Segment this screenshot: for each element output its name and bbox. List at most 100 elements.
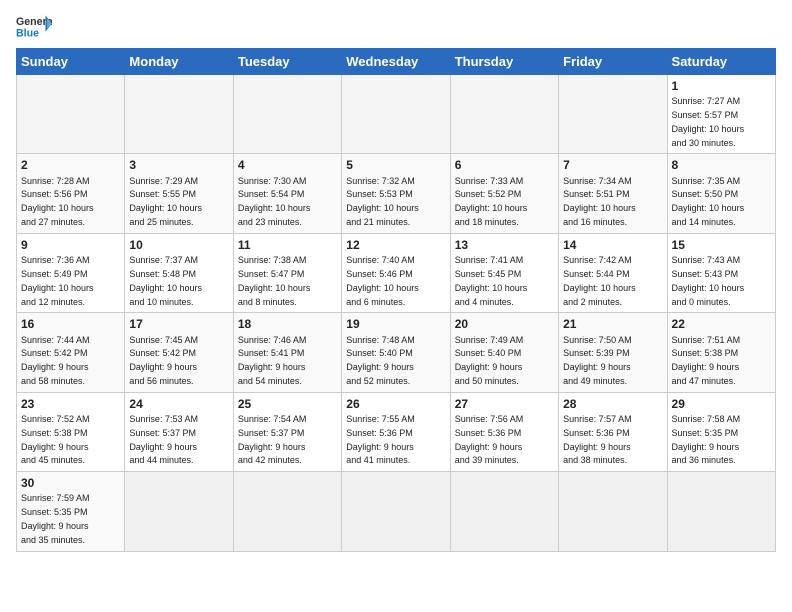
day-number: 28 [563,396,662,412]
day-number: 21 [563,316,662,332]
day-number: 23 [21,396,120,412]
day-info: Sunrise: 7:36 AM Sunset: 5:49 PM Dayligh… [21,255,94,306]
day-info: Sunrise: 7:46 AM Sunset: 5:41 PM Dayligh… [238,335,307,386]
day-number: 11 [238,237,337,253]
day-info: Sunrise: 7:58 AM Sunset: 5:35 PM Dayligh… [672,414,741,465]
calendar-week-1: 1 Sunrise: 7:27 AM Sunset: 5:57 PM Daylig… [17,75,776,154]
day-info: Sunrise: 7:28 AM Sunset: 5:56 PM Dayligh… [21,176,94,227]
calendar-cell: 7Sunrise: 7:34 AM Sunset: 5:51 PM Daylig… [559,154,667,233]
day-info: Sunrise: 7:45 AM Sunset: 5:42 PM Dayligh… [129,335,198,386]
day-info: Sunrise: 7:33 AM Sunset: 5:52 PM Dayligh… [455,176,528,227]
day-number: 24 [129,396,228,412]
calendar-cell: 6 Sunrise: 7:33 AM Sunset: 5:52 PM Daylig… [450,154,558,233]
weekday-tuesday: Tuesday [233,49,341,75]
calendar-cell [450,75,558,154]
day-info: Sunrise: 7:48 AM Sunset: 5:40 PM Dayligh… [346,335,415,386]
calendar-cell: 27 Sunrise: 7:56 AM Sunset: 5:36 PM Dayli… [450,392,558,471]
day-info: Sunrise: 7:40 AM Sunset: 5:46 PM Dayligh… [346,255,419,306]
weekday-header-row: SundayMondayTuesdayWednesdayThursdayFrid… [17,49,776,75]
weekday-sunday: Sunday [17,49,125,75]
calendar-cell [17,75,125,154]
calendar-cell: 29 Sunrise: 7:58 AM Sunset: 5:35 PM Dayli… [667,392,775,471]
day-number: 1 [672,78,771,94]
calendar-cell: 10 Sunrise: 7:37 AM Sunset: 5:48 PM Dayli… [125,233,233,312]
day-number: 4 [238,157,337,173]
day-info: Sunrise: 7:27 AM Sunset: 5:57 PM Dayligh… [672,96,745,147]
day-number: 8 [672,157,771,173]
calendar-cell: 8Sunrise: 7:35 AM Sunset: 5:50 PM Daylig… [667,154,775,233]
day-info: Sunrise: 7:51 AM Sunset: 5:38 PM Dayligh… [672,335,741,386]
calendar-cell: 5Sunrise: 7:32 AM Sunset: 5:53 PM Daylig… [342,154,450,233]
weekday-friday: Friday [559,49,667,75]
calendar-table: SundayMondayTuesdayWednesdayThursdayFrid… [16,48,776,552]
calendar-cell: 15 Sunrise: 7:43 AM Sunset: 5:43 PM Dayli… [667,233,775,312]
calendar-week-5: 23 Sunrise: 7:52 AM Sunset: 5:38 PM Dayli… [17,392,776,471]
day-number: 10 [129,237,228,253]
day-number: 7 [563,157,662,173]
calendar-cell: 26Sunrise: 7:55 AM Sunset: 5:36 PM Dayli… [342,392,450,471]
calendar-cell: 2 Sunrise: 7:28 AM Sunset: 5:56 PM Daylig… [17,154,125,233]
calendar-week-3: 9 Sunrise: 7:36 AM Sunset: 5:49 PM Daylig… [17,233,776,312]
calendar-cell: 21 Sunrise: 7:50 AM Sunset: 5:39 PM Dayli… [559,313,667,392]
calendar-cell [450,472,558,551]
calendar-cell: 16Sunrise: 7:44 AM Sunset: 5:42 PM Dayli… [17,313,125,392]
calendar-cell [125,75,233,154]
calendar-week-2: 2 Sunrise: 7:28 AM Sunset: 5:56 PM Daylig… [17,154,776,233]
day-number: 25 [238,396,337,412]
day-info: Sunrise: 7:43 AM Sunset: 5:43 PM Dayligh… [672,255,745,306]
day-number: 2 [21,157,120,173]
calendar-cell [342,75,450,154]
day-info: Sunrise: 7:41 AM Sunset: 5:45 PM Dayligh… [455,255,528,306]
calendar-cell: 25Sunrise: 7:54 AM Sunset: 5:37 PM Dayli… [233,392,341,471]
day-number: 18 [238,316,337,332]
calendar-cell: 3Sunrise: 7:29 AM Sunset: 5:55 PM Daylig… [125,154,233,233]
day-number: 6 [455,157,554,173]
generalblue-logo-icon: General Blue [16,12,52,40]
day-number: 26 [346,396,445,412]
calendar-cell [233,472,341,551]
calendar-cell: 13 Sunrise: 7:41 AM Sunset: 5:45 PM Dayli… [450,233,558,312]
weekday-saturday: Saturday [667,49,775,75]
calendar-cell: 28Sunrise: 7:57 AM Sunset: 5:36 PM Dayli… [559,392,667,471]
svg-text:Blue: Blue [16,28,39,40]
day-number: 22 [672,316,771,332]
calendar-cell: 22 Sunrise: 7:51 AM Sunset: 5:38 PM Dayli… [667,313,775,392]
day-number: 12 [346,237,445,253]
calendar-cell: 9 Sunrise: 7:36 AM Sunset: 5:49 PM Daylig… [17,233,125,312]
day-info: Sunrise: 7:56 AM Sunset: 5:36 PM Dayligh… [455,414,524,465]
day-number: 5 [346,157,445,173]
day-number: 13 [455,237,554,253]
calendar-cell: 14Sunrise: 7:42 AM Sunset: 5:44 PM Dayli… [559,233,667,312]
day-number: 9 [21,237,120,253]
calendar-cell: 18 Sunrise: 7:46 AM Sunset: 5:41 PM Dayli… [233,313,341,392]
day-info: Sunrise: 7:30 AM Sunset: 5:54 PM Dayligh… [238,176,311,227]
day-number: 15 [672,237,771,253]
day-number: 29 [672,396,771,412]
header: General Blue [16,12,776,40]
calendar-cell: 1 Sunrise: 7:27 AM Sunset: 5:57 PM Daylig… [667,75,775,154]
calendar-cell [667,472,775,551]
day-number: 17 [129,316,228,332]
day-info: Sunrise: 7:37 AM Sunset: 5:48 PM Dayligh… [129,255,202,306]
calendar-cell: 17 Sunrise: 7:45 AM Sunset: 5:42 PM Dayli… [125,313,233,392]
calendar-cell: 24Sunrise: 7:53 AM Sunset: 5:37 PM Dayli… [125,392,233,471]
day-number: 27 [455,396,554,412]
day-number: 30 [21,475,120,491]
page: General Blue SundayMondayTuesdayWednesda… [0,0,792,560]
calendar-cell [342,472,450,551]
day-info: Sunrise: 7:50 AM Sunset: 5:39 PM Dayligh… [563,335,632,386]
weekday-wednesday: Wednesday [342,49,450,75]
day-number: 20 [455,316,554,332]
calendar-cell [125,472,233,551]
calendar-cell: 30 Sunrise: 7:59 AM Sunset: 5:35 PM Dayli… [17,472,125,551]
day-info: Sunrise: 7:44 AM Sunset: 5:42 PM Dayligh… [21,335,90,386]
calendar-cell [559,75,667,154]
day-number: 14 [563,237,662,253]
weekday-thursday: Thursday [450,49,558,75]
day-info: Sunrise: 7:52 AM Sunset: 5:38 PM Dayligh… [21,414,90,465]
logo: General Blue [16,12,52,40]
day-info: Sunrise: 7:59 AM Sunset: 5:35 PM Dayligh… [21,493,90,544]
calendar-week-4: 16Sunrise: 7:44 AM Sunset: 5:42 PM Dayli… [17,313,776,392]
calendar-cell: 19Sunrise: 7:48 AM Sunset: 5:40 PM Dayli… [342,313,450,392]
calendar-cell [559,472,667,551]
